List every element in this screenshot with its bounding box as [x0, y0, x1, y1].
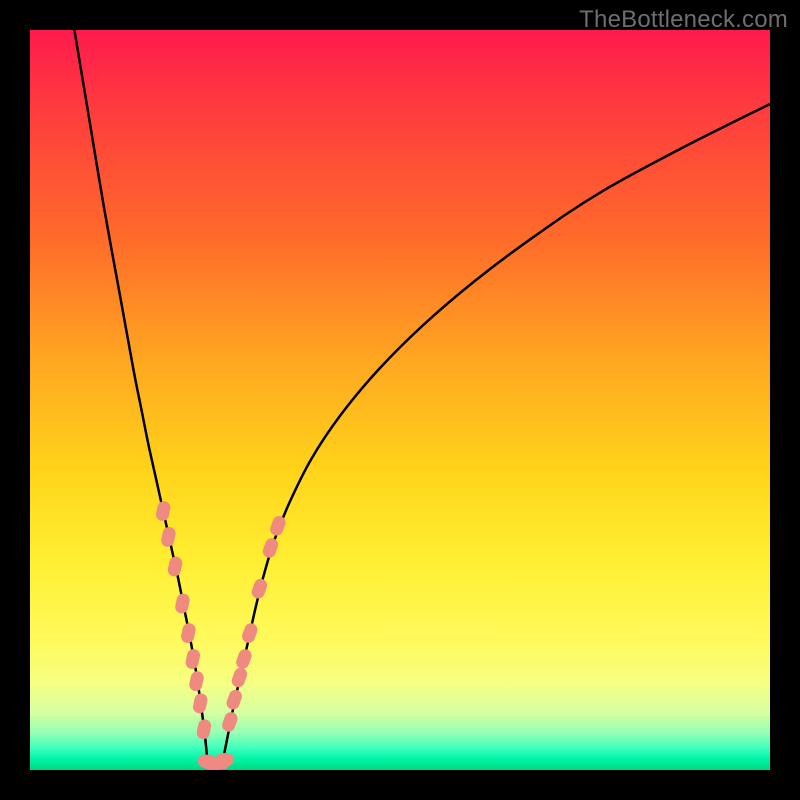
data-marker: [225, 688, 244, 711]
data-marker: [188, 670, 205, 692]
curve-layer: [30, 30, 770, 770]
data-marker: [167, 555, 184, 577]
data-marker: [220, 710, 239, 733]
right-curve: [222, 104, 770, 763]
data-marker: [192, 692, 209, 714]
data-marker: [180, 622, 197, 644]
data-marker: [174, 592, 191, 614]
data-marker: [240, 621, 259, 644]
marker-layer: [155, 500, 288, 770]
data-marker: [234, 647, 253, 670]
chart-stage: TheBottleneck.com: [0, 0, 800, 800]
data-marker: [216, 753, 234, 766]
data-marker: [250, 577, 269, 600]
plot-area: [30, 30, 770, 770]
data-marker: [195, 718, 212, 740]
data-marker: [155, 500, 172, 522]
data-marker: [230, 666, 249, 689]
left-curve: [74, 30, 207, 763]
data-marker: [261, 536, 280, 559]
data-marker: [184, 648, 201, 670]
data-marker: [160, 526, 177, 548]
data-marker: [268, 514, 287, 537]
